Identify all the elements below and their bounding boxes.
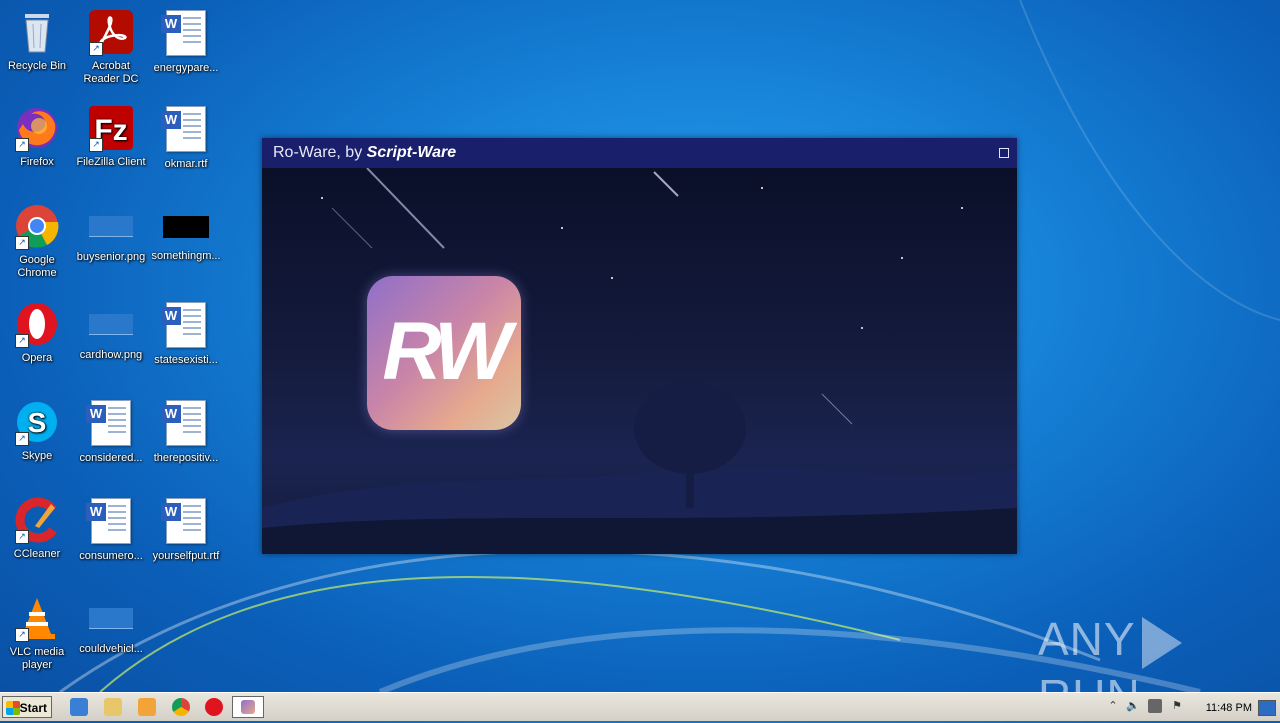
word-document-icon: W bbox=[161, 106, 210, 154]
shortcut-arrow-icon: ↗ bbox=[15, 530, 29, 544]
roware-taskbar-button[interactable] bbox=[232, 696, 264, 718]
desktop-icon-skype[interactable]: S ↗ Skype bbox=[0, 398, 74, 463]
action-center-flag-icon[interactable]: ⚑ bbox=[1170, 699, 1184, 713]
image-file-icon bbox=[89, 608, 133, 629]
shortcut-arrow-icon: ↗ bbox=[89, 138, 103, 152]
desktop-icon-vlc[interactable]: ↗ VLC media player bbox=[0, 594, 74, 672]
start-button[interactable]: Start bbox=[2, 696, 52, 718]
desktop-icon-label: somethingm... bbox=[151, 250, 221, 262]
desktop-icon-chrome[interactable]: ↗ Google Chrome bbox=[0, 202, 74, 280]
desktop-icon-label: yourselfput.rtf bbox=[152, 550, 220, 562]
word-document-icon: W bbox=[161, 302, 210, 350]
maximize-icon[interactable] bbox=[999, 148, 1009, 158]
desktop-icon-label: statesexisti... bbox=[154, 354, 218, 366]
word-document-icon: W bbox=[86, 400, 135, 448]
media-player-icon[interactable] bbox=[138, 698, 156, 716]
desktop-icon-label: okmar.rtf bbox=[164, 158, 208, 170]
firefox-icon: ↗ bbox=[13, 104, 61, 152]
play-icon bbox=[1141, 616, 1182, 669]
window-title-brand: Script-Ware bbox=[366, 144, 457, 161]
desktop-icon-firefox[interactable]: ↗ Firefox bbox=[0, 104, 74, 169]
file-explorer-icon[interactable] bbox=[104, 698, 122, 716]
shortcut-arrow-icon: ↗ bbox=[15, 432, 29, 446]
svg-text:S: S bbox=[28, 407, 47, 438]
desktop-icon-energypare[interactable]: W energypare... bbox=[149, 8, 223, 75]
word-document-icon: W bbox=[86, 498, 135, 546]
tray-overflow-icon[interactable]: ⌃ bbox=[1106, 699, 1120, 713]
desktop-icon-ccleaner[interactable]: ↗ CCleaner bbox=[0, 496, 74, 561]
chrome-taskbar-icon[interactable] bbox=[172, 698, 190, 716]
shortcut-arrow-icon: ↗ bbox=[15, 236, 29, 250]
show-desktop-button[interactable] bbox=[1258, 700, 1276, 716]
desktop-icon-consumero[interactable]: W consumero... bbox=[74, 496, 148, 563]
image-file-icon bbox=[89, 314, 133, 335]
desktop-icon-buysenior[interactable]: buysenior.png bbox=[74, 202, 148, 264]
desktop-icon-recycle-bin[interactable]: Recycle Bin bbox=[0, 8, 74, 73]
word-document-icon: W bbox=[161, 498, 210, 546]
desktop-icon-label: Skype bbox=[21, 450, 53, 462]
desktop-icon-filezilla[interactable]: Fz ↗ FileZilla Client bbox=[74, 104, 148, 169]
clock[interactable]: 11:48 PM bbox=[1206, 702, 1252, 714]
roware-logo: RW bbox=[367, 276, 521, 430]
volume-icon[interactable]: 🔈 bbox=[1126, 699, 1140, 713]
window-titlebar[interactable]: Ro-Ware, by Script-Ware bbox=[262, 138, 1017, 168]
system-tray: ⌃ 🔈 ⚑ 11:48 PM bbox=[1104, 695, 1280, 719]
desktop-icon-somethingm[interactable]: somethingm... bbox=[149, 202, 223, 263]
desktop-icon-label: cardhow.png bbox=[79, 349, 143, 361]
taskbar: Start ⌃ 🔈 ⚑ 11:48 PM bbox=[0, 692, 1280, 721]
desktop-icon-label: Acrobat Reader DC bbox=[83, 60, 139, 85]
opera-taskbar-icon[interactable] bbox=[205, 698, 223, 716]
filezilla-icon: Fz ↗ bbox=[87, 104, 135, 152]
desktop-icon-label: energypare... bbox=[153, 62, 219, 74]
desktop-icon-label: Firefox bbox=[20, 156, 54, 168]
desktop-icon-label: therepositiv... bbox=[153, 452, 219, 464]
window-title: Ro-Ware, by bbox=[273, 144, 367, 161]
word-document-icon: W bbox=[161, 10, 210, 58]
desktop-icon-couldvehicl[interactable]: couldvehicl... bbox=[74, 594, 148, 656]
desktop-icon-okmar[interactable]: W okmar.rtf bbox=[149, 104, 223, 171]
desktop-icon-label: Recycle Bin bbox=[7, 60, 67, 72]
acrobat-icon: ↗ bbox=[87, 8, 135, 56]
roware-logo-text: RW bbox=[382, 306, 511, 397]
skype-icon: S ↗ bbox=[13, 398, 61, 446]
desktop-icon-label: Opera bbox=[21, 352, 53, 364]
shortcut-arrow-icon: ↗ bbox=[15, 138, 29, 152]
image-file-icon bbox=[163, 216, 209, 238]
desktop-icon-acrobat[interactable]: ↗ Acrobat Reader DC bbox=[74, 8, 148, 86]
desktop-icon-label: FileZilla Client bbox=[76, 156, 146, 168]
desktop-icon-cardhow[interactable]: cardhow.png bbox=[74, 300, 148, 362]
shortcut-arrow-icon: ↗ bbox=[15, 628, 29, 642]
desktop-icon-label: CCleaner bbox=[13, 548, 61, 560]
start-label: Start bbox=[19, 701, 47, 715]
word-document-icon: W bbox=[161, 400, 210, 448]
splash-background: RW bbox=[262, 168, 1017, 554]
desktop-icon-label: couldvehicl... bbox=[79, 643, 143, 655]
roware-taskbar-icon bbox=[241, 700, 255, 714]
opera-icon: ↗ bbox=[13, 300, 61, 348]
vlc-icon: ↗ bbox=[13, 594, 61, 642]
desktop-icon-label: VLC media player bbox=[9, 646, 65, 671]
shortcut-arrow-icon: ↗ bbox=[15, 334, 29, 348]
desktop-icon-label: consumero... bbox=[79, 550, 143, 562]
desktop-icon-label: considered... bbox=[79, 452, 143, 464]
watermark-left: ANY bbox=[1038, 613, 1136, 665]
recycle-bin-icon bbox=[13, 8, 61, 56]
desktop-icon-therepositiv[interactable]: W therepositiv... bbox=[149, 398, 223, 465]
desktop-icon-opera[interactable]: ↗ Opera bbox=[0, 300, 74, 365]
shortcut-arrow-icon: ↗ bbox=[89, 42, 103, 56]
desktop-icon-statesexisti[interactable]: W statesexisti... bbox=[149, 300, 223, 367]
chrome-icon: ↗ bbox=[13, 202, 61, 250]
desktop-icon-label: buysenior.png bbox=[76, 251, 146, 263]
image-file-icon bbox=[89, 216, 133, 237]
desktop-icon-considered[interactable]: W considered... bbox=[74, 398, 148, 465]
network-icon[interactable] bbox=[1148, 699, 1162, 713]
ccleaner-icon: ↗ bbox=[13, 496, 61, 544]
desktop-icon-yourselfput[interactable]: W yourselfput.rtf bbox=[149, 496, 223, 563]
windows-logo-icon bbox=[6, 701, 20, 715]
internet-explorer-icon[interactable] bbox=[70, 698, 88, 716]
desktop-icon-label: Google Chrome bbox=[17, 254, 57, 279]
roware-window[interactable]: Ro-Ware, by Script-Ware RW bbox=[262, 138, 1017, 554]
